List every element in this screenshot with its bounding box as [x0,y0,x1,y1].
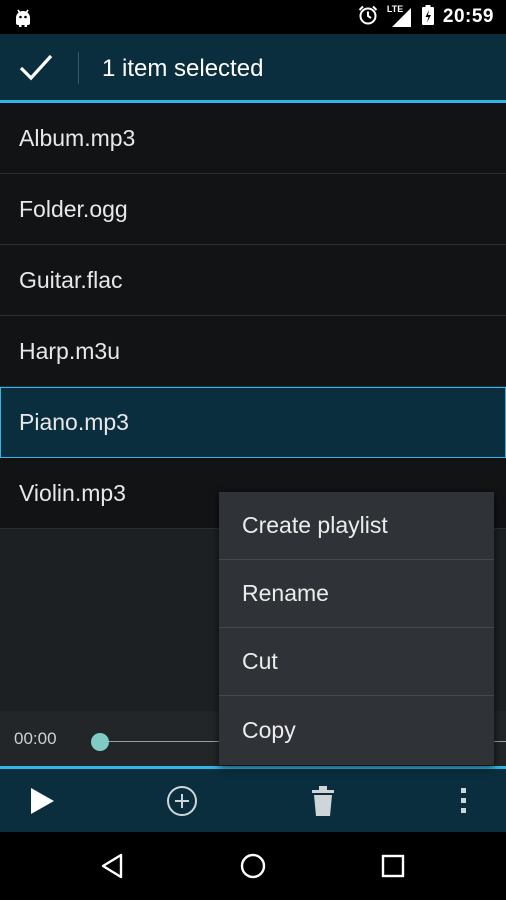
file-name: Guitar.flac [19,266,123,293]
contextual-action-bar: 1 item selected [0,34,506,103]
file-name: Harp.m3u [19,337,120,364]
menu-item-cut[interactable]: Cut [219,628,494,696]
current-time: 00:00 [14,729,57,748]
file-row-harp[interactable]: Harp.m3u [0,316,506,387]
android-icon [12,6,34,33]
bottom-toolbar [0,766,506,832]
file-name: Violin.mp3 [19,479,126,506]
status-bar: LTE 20:59 [0,0,506,34]
file-name: Folder.ogg [19,195,128,222]
menu-item-label: Cut [242,648,278,674]
menu-item-label: Create playlist [242,512,388,538]
file-row-folder[interactable]: Folder.ogg [0,174,506,245]
clock: 20:59 [442,6,494,27]
selection-count-title: 1 item selected [102,55,264,82]
menu-item-label: Copy [242,716,296,743]
signal-icon: LTE [386,4,413,28]
play-icon[interactable] [12,769,72,832]
home-icon[interactable] [223,832,283,900]
file-row-piano-selected[interactable]: Piano.mp3 [0,387,506,458]
context-menu: Create playlist Rename Cut Copy [219,492,494,765]
check-icon[interactable] [18,52,54,82]
battery-icon [421,4,435,31]
seek-bar-thumb[interactable] [91,733,109,751]
action-bar-divider [78,52,79,84]
menu-item-create-playlist[interactable]: Create playlist [219,492,494,560]
menu-item-label: Rename [242,580,329,606]
overflow-menu-icon[interactable] [433,769,493,832]
delete-icon[interactable] [293,769,353,832]
back-icon[interactable] [82,832,142,900]
network-type-label: LTE [386,4,404,14]
file-list: Album.mp3 Folder.ogg Guitar.flac Harp.m3… [0,103,506,529]
navigation-bar [0,832,506,900]
file-row-album[interactable]: Album.mp3 [0,103,506,174]
recents-icon[interactable] [363,832,423,900]
file-name: Piano.mp3 [19,409,129,435]
file-name: Album.mp3 [19,124,136,151]
menu-item-copy[interactable]: Copy [219,696,494,764]
file-row-guitar[interactable]: Guitar.flac [0,245,506,316]
alarm-icon [357,4,379,31]
add-icon[interactable] [152,769,212,832]
menu-item-rename[interactable]: Rename [219,560,494,628]
